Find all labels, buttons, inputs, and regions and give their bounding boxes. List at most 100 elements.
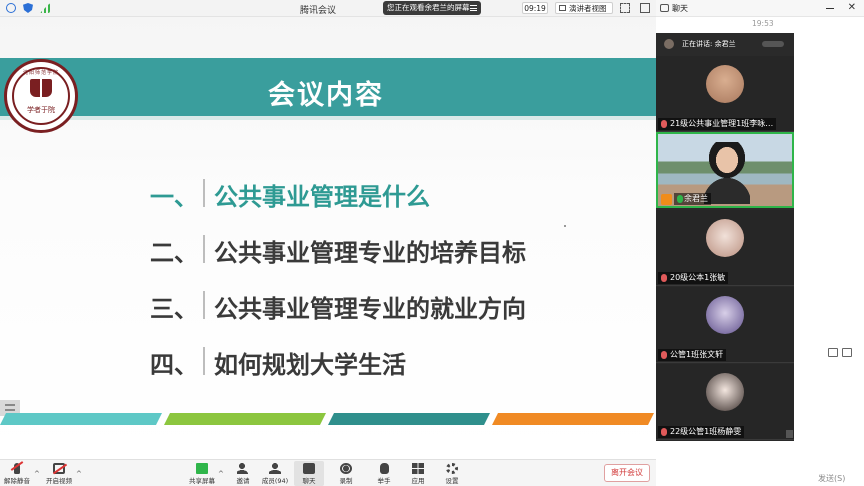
book-icon <box>30 79 52 97</box>
network-signal-icon[interactable] <box>40 3 50 13</box>
mic-muted-icon <box>661 428 667 436</box>
video-scroll-handle[interactable] <box>786 430 793 438</box>
chat-header: 聊天 ✕ <box>656 0 864 17</box>
participant-name-text: 余君兰 <box>684 194 708 203</box>
participant-name: 20级公本1张敏 <box>658 272 729 284</box>
slide-footer-bars <box>0 413 656 425</box>
screen-share-notice-text: 您正在观看余君兰的屏幕 <box>387 3 470 12</box>
agenda-number: 四、 <box>150 351 198 379</box>
title-bar: 腾讯会议 您正在观看余君兰的屏幕 09:19 演讲者视图 <box>0 0 656 17</box>
app-title: 腾讯会议 <box>300 6 337 16</box>
chat-title: 聊天 <box>672 4 688 13</box>
dock-panel-icon[interactable] <box>640 3 650 13</box>
raise-hand-button[interactable]: 举手 <box>369 461 399 486</box>
participant-avatar <box>706 219 744 257</box>
agenda-divider <box>203 291 205 319</box>
participant-name-text: 20级公本1张敏 <box>670 273 726 282</box>
footer-bar <box>492 413 654 425</box>
chat-timestamp: 19:53 <box>752 19 774 28</box>
now-speaking-bar: 正在讲话: 余君兰 <box>656 33 794 55</box>
chat-tools <box>828 348 852 357</box>
members-button[interactable]: 成员(94) <box>260 461 290 486</box>
apps-button[interactable]: 应用 <box>403 461 433 486</box>
meeting-window: 腾讯会议 您正在观看余君兰的屏幕 09:19 演讲者视图 聊天 ✕ 19:53 … <box>0 0 864 486</box>
now-speaking-label: 正在讲话: 余君兰 <box>682 40 736 48</box>
participant-tile[interactable]: 20级公本1张敏 <box>656 210 794 286</box>
invite-button[interactable]: 邀请 <box>228 461 258 486</box>
participant-avatar <box>706 373 744 411</box>
participant-name: 21级公共事业管理1班李咏… <box>658 118 777 130</box>
agenda-text: 公共事业管理是什么 <box>214 183 430 211</box>
start-video-button[interactable]: 开启视频 <box>44 461 74 486</box>
record-button[interactable]: 录制 <box>331 461 361 486</box>
chat-label: 聊天 <box>302 477 316 485</box>
chat-icon <box>303 463 315 474</box>
participant-tile[interactable]: 21级公共事业管理1班李咏… <box>656 56 794 132</box>
speaker-avatar <box>664 39 674 49</box>
participant-avatar <box>706 65 744 103</box>
leave-meeting-button[interactable]: 离开会议 <box>604 464 650 482</box>
gear-icon <box>446 463 458 474</box>
camera-off-icon <box>53 463 65 474</box>
slide-mark <box>564 225 566 227</box>
send-button[interactable]: 发送(S) <box>818 473 845 484</box>
meeting-clock: 09:19 <box>522 2 548 14</box>
meeting-toolbar: 解除静音 ^ 开启视频 ^ 共享屏幕 ^ 邀请 成员(94) 聊天 录制 举手 … <box>0 459 656 486</box>
chevron-up-icon[interactable]: ^ <box>218 470 224 478</box>
add-user-icon <box>237 463 249 474</box>
logo-arc-text: 沈阳师范学院 <box>22 70 59 76</box>
security-shield-icon[interactable] <box>23 3 33 13</box>
start-video-label: 开启视频 <box>46 477 72 485</box>
share-screen-label: 共享屏幕 <box>189 477 215 485</box>
fullscreen-icon[interactable] <box>620 3 630 13</box>
menu-icon[interactable] <box>470 5 477 11</box>
apps-icon <box>412 463 424 474</box>
screen-share-notice[interactable]: 您正在观看余君兰的屏幕 <box>383 1 481 15</box>
logo-motto: 学者于院 <box>27 106 55 114</box>
host-icon <box>661 194 672 205</box>
screenshot-icon[interactable] <box>828 348 838 357</box>
status-icons <box>6 3 50 13</box>
participant-name-text: 21级公共事业管理1班李咏… <box>670 119 774 128</box>
footer-bar <box>164 413 326 425</box>
participant-name-text: 公管1班张文轩 <box>670 350 724 359</box>
slide-title: 会议内容 <box>268 80 384 111</box>
agenda-text: 公共事业管理专业的培养目标 <box>214 239 526 267</box>
agenda-divider <box>203 347 205 375</box>
more-options-icon[interactable] <box>762 41 784 47</box>
participant-tile[interactable]: 公管1班张文轩 <box>656 287 794 363</box>
settings-label: 设置 <box>445 477 459 485</box>
view-mode-label: 演讲者视图 <box>569 4 607 13</box>
agenda-number: 三、 <box>150 295 198 323</box>
unmute-button[interactable]: 解除静音 <box>2 461 32 486</box>
agenda-divider <box>203 179 205 207</box>
settings-button[interactable]: 设置 <box>437 461 467 486</box>
file-icon[interactable] <box>842 348 852 357</box>
agenda-number: 二、 <box>150 239 198 267</box>
mic-muted-icon <box>661 351 667 359</box>
meeting-info-icon[interactable] <box>6 3 16 13</box>
participant-name: 22级公管1班杨静雯 <box>658 426 745 438</box>
mic-on-icon <box>677 195 683 203</box>
hand-icon <box>379 463 389 474</box>
participant-tile-active-speaker[interactable]: 余君兰 <box>656 132 794 208</box>
grid-view-icon <box>559 5 566 11</box>
microphone-muted-icon <box>14 463 20 474</box>
view-mode-button[interactable]: 演讲者视图 <box>555 2 613 14</box>
chat-bubble-icon <box>660 4 669 12</box>
agenda-text: 公共事业管理专业的就业方向 <box>214 295 526 323</box>
agenda-number: 一、 <box>150 183 198 211</box>
banner-stripe <box>0 116 656 120</box>
apps-label: 应用 <box>411 477 425 485</box>
close-icon[interactable]: ✕ <box>848 2 856 13</box>
raise-hand-label: 举手 <box>377 477 391 485</box>
chevron-up-icon[interactable]: ^ <box>34 470 40 478</box>
participant-tile[interactable]: 22级公管1班杨静雯 <box>656 364 794 440</box>
chat-button[interactable]: 聊天 <box>294 461 324 486</box>
share-screen-button[interactable]: 共享屏幕 <box>187 461 217 486</box>
record-label: 录制 <box>339 477 353 485</box>
chevron-up-icon[interactable]: ^ <box>76 470 82 478</box>
unmute-label: 解除静音 <box>4 477 30 485</box>
members-label: 成员(94) <box>261 477 289 485</box>
minimize-icon[interactable] <box>826 8 834 9</box>
